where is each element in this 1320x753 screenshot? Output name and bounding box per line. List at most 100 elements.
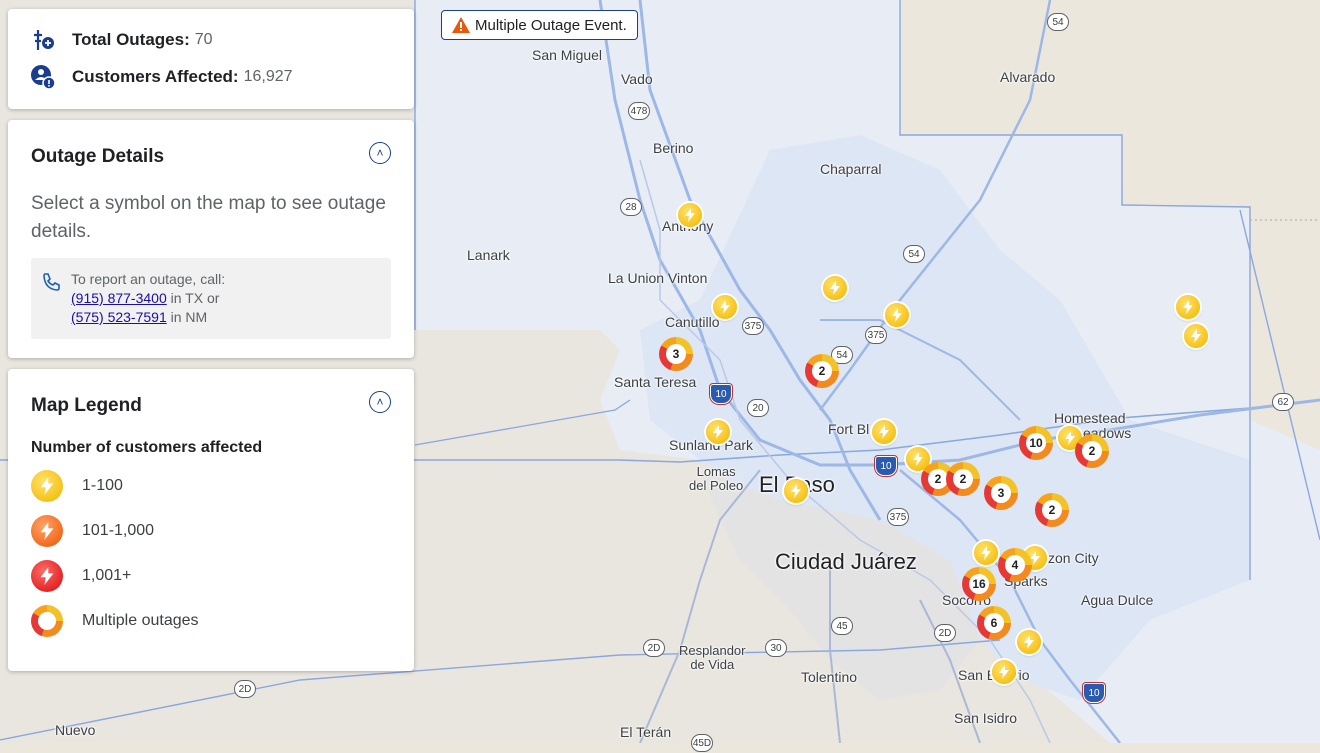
- collapse-details-button[interactable]: ˄: [369, 142, 391, 164]
- outage-marker[interactable]: [784, 479, 808, 503]
- map-legend-card: Map Legend ˄ Number of customers affecte…: [8, 369, 414, 671]
- outage-cluster-marker[interactable]: 2: [805, 354, 839, 388]
- outage-cluster-marker[interactable]: 3: [984, 476, 1018, 510]
- place-horizon-city: zon City: [1048, 550, 1099, 566]
- warning-icon: [452, 17, 470, 33]
- outage-marker[interactable]: [974, 541, 998, 565]
- cluster-count: 3: [666, 344, 686, 364]
- route-478-shield: 478: [628, 102, 650, 120]
- outage-marker[interactable]: [1184, 324, 1208, 348]
- phone-link-tx[interactable]: (915) 877-3400: [71, 290, 167, 306]
- lightning-bolt-icon: [1183, 300, 1193, 314]
- cluster-count: 2: [1042, 500, 1062, 520]
- route-54-shield: 54: [1047, 13, 1069, 31]
- customer-alert-icon: [31, 65, 56, 90]
- outage-marker[interactable]: [885, 303, 909, 327]
- place-alvarado: Alvarado: [1000, 69, 1056, 85]
- place-el-teran: El Terán: [620, 724, 672, 740]
- outage-marker[interactable]: [713, 295, 737, 319]
- cluster-count: 2: [928, 469, 948, 489]
- route-375-shield: 375: [887, 508, 909, 526]
- outage-marker[interactable]: [823, 276, 847, 300]
- outage-cluster-marker[interactable]: 2: [1075, 434, 1109, 468]
- place-lomas-del-poleo: Lomas del Poleo: [689, 464, 744, 493]
- total-outages-value: 70: [194, 31, 213, 48]
- legend-item-1-100: 1-100: [31, 470, 391, 502]
- place-berino: Berino: [653, 140, 694, 156]
- place-agua-dulce: Agua Dulce: [1081, 592, 1154, 608]
- lightning-bolt-icon: [1191, 329, 1201, 343]
- route-45-shield: 45: [831, 617, 853, 635]
- outage-marker[interactable]: [872, 420, 896, 444]
- place-vado: Vado: [621, 71, 653, 87]
- route-30-shield: 30: [765, 639, 787, 657]
- outage-cluster-marker[interactable]: 2: [946, 462, 980, 496]
- place-san-miguel: San Miguel: [532, 47, 603, 63]
- outage-cluster-marker[interactable]: 3: [659, 337, 693, 371]
- red-bolt-icon: [31, 560, 63, 592]
- place-lanark: Lanark: [467, 247, 510, 263]
- outage-marker[interactable]: [678, 203, 702, 227]
- route-62-shield: 62: [1272, 393, 1294, 411]
- lightning-bolt-icon: [713, 425, 723, 439]
- outage-summary-card: Total Outages: 70 Customers Affected: 16…: [8, 9, 414, 109]
- customers-affected-value: 16,927: [243, 68, 293, 85]
- outage-marker[interactable]: [1176, 295, 1200, 319]
- outage-cluster-marker[interactable]: 6: [977, 606, 1011, 640]
- multiple-outage-event-banner[interactable]: Multiple Outage Event.: [441, 10, 638, 40]
- route-375-shield: 375: [742, 317, 764, 335]
- outage-marker[interactable]: [992, 660, 1016, 684]
- place-san-elizario-end: rio: [1014, 667, 1030, 683]
- lightning-bolt-icon: [720, 300, 730, 314]
- outage-cluster-marker[interactable]: 4: [998, 548, 1032, 582]
- place-nuevo: Nuevo: [55, 722, 96, 738]
- place-san-isidro: San Isidro: [954, 710, 1018, 726]
- cluster-count: 2: [953, 469, 973, 489]
- lightning-bolt-icon: [791, 484, 801, 498]
- outage-marker[interactable]: [1017, 630, 1041, 654]
- outage-cluster-marker[interactable]: 2: [1035, 493, 1069, 527]
- collapse-legend-button[interactable]: ˄: [369, 391, 391, 413]
- phone-nm-suffix: in NM: [166, 309, 208, 325]
- power-line-icon: [34, 30, 54, 50]
- lightning-bolt-icon: [1024, 635, 1034, 649]
- outage-cluster-marker[interactable]: 16: [962, 567, 996, 601]
- route-2d-shield: 2D: [234, 680, 256, 698]
- outage-marker[interactable]: [706, 420, 730, 444]
- place-santa-teresa: Santa Teresa: [614, 374, 697, 390]
- outage-cluster-marker[interactable]: 10: [1019, 426, 1053, 460]
- lightning-bolt-icon: [830, 281, 840, 295]
- cluster-count: 4: [1005, 555, 1025, 575]
- route-375-shield: 375: [865, 326, 887, 344]
- route-2d-shield: 2D: [643, 639, 665, 657]
- outage-details-title: Outage Details: [31, 146, 165, 167]
- legend-item-1001-plus: 1,001+: [31, 560, 391, 592]
- total-outages-label: Total Outages:: [72, 30, 190, 49]
- place-san-elizario: San E: [958, 667, 997, 683]
- legend-item-multiple-outages: Multiple outages: [31, 605, 391, 637]
- cluster-count: 2: [812, 361, 832, 381]
- legend-item-label: 101-1,000: [82, 522, 155, 539]
- route-2d-shield: 2D: [934, 624, 956, 642]
- phone-icon: [43, 273, 60, 291]
- outage-details-hint: Select a symbol on the map to see outage…: [31, 193, 386, 242]
- legend-subtitle: Number of customers affected: [31, 439, 263, 456]
- phone-tx-suffix: in TX or: [166, 290, 220, 306]
- phone-link-nm[interactable]: (575) 523-7591: [71, 309, 167, 325]
- orange-bolt-icon: [31, 515, 63, 547]
- chevron-up-icon: ˄: [376, 395, 384, 409]
- route-45d-shield: 45D: [691, 734, 713, 752]
- customers-affected-label: Customers Affected:: [72, 67, 239, 86]
- place-tolentino: Tolentino: [801, 669, 858, 685]
- place-homestead: Homestead: [1054, 410, 1126, 426]
- interstate-10-shield: 10: [1083, 683, 1105, 703]
- route-28-shield: 28: [620, 198, 642, 216]
- lightning-bolt-icon: [981, 546, 991, 560]
- total-outages-row: Total Outages: 70: [30, 27, 392, 53]
- report-intro: To report an outage, call:: [71, 271, 226, 287]
- cluster-count: 3: [991, 483, 1011, 503]
- cluster-count: 6: [984, 613, 1004, 633]
- cluster-count: 16: [969, 574, 989, 594]
- lightning-bolt-icon: [999, 665, 1009, 679]
- report-outage-box: To report an outage, call: (915) 877-340…: [31, 258, 391, 339]
